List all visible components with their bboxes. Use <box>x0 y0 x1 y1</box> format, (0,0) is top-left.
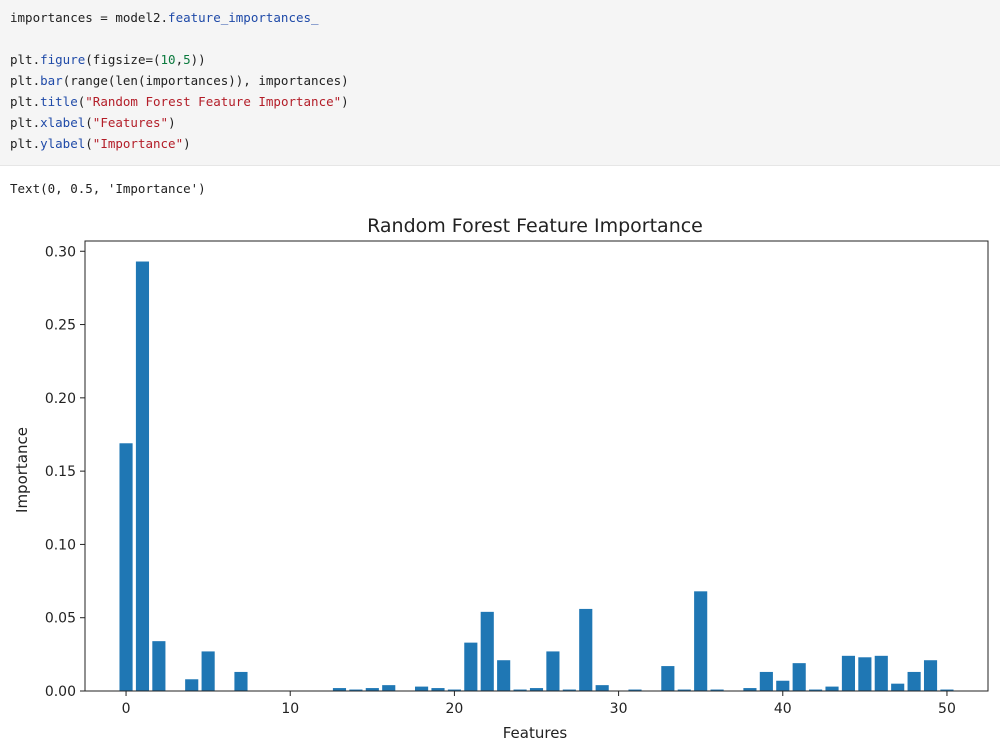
y-tick-label: 0.15 <box>45 464 76 480</box>
bar-feature-43 <box>825 686 839 691</box>
y-tick-label: 0.20 <box>45 391 76 407</box>
y-axis-label: Importance <box>13 427 31 513</box>
bar-feature-22 <box>480 611 494 691</box>
x-tick-label: 10 <box>281 701 299 717</box>
chart-title: Random Forest Feature Importance <box>367 215 703 237</box>
bar-feature-0 <box>119 443 133 691</box>
bar-feature-26 <box>546 651 560 691</box>
bar-feature-41 <box>792 663 806 691</box>
bars-group <box>119 261 954 691</box>
bar-feature-49 <box>923 660 938 691</box>
axis-ticks: 0 10 20 30 40 50 0.00 0.05 0.10 0.15 0.20 0.25 0.30 <box>45 244 956 717</box>
bar-feature-21 <box>464 642 478 691</box>
bar-feature-39 <box>759 671 773 691</box>
x-tick-label: 40 <box>774 701 792 717</box>
y-tick-label: 0.30 <box>45 244 76 260</box>
bar-feature-23 <box>497 660 511 691</box>
bar-feature-46 <box>874 655 888 691</box>
bar-feature-18 <box>415 686 429 691</box>
bar-feature-40 <box>776 680 790 691</box>
x-tick-label: 50 <box>938 701 956 717</box>
bar-feature-47 <box>891 683 905 691</box>
x-axis-label: Features <box>503 724 568 742</box>
bar-feature-45 <box>858 657 872 691</box>
bar-feature-28 <box>579 608 593 691</box>
bar-feature-48 <box>907 671 921 691</box>
bar-feature-1 <box>135 261 150 691</box>
y-tick-label: 0.10 <box>45 537 76 553</box>
bar-chart: Random Forest Feature Importance Feature… <box>13 215 989 742</box>
bar-feature-4 <box>185 679 199 691</box>
bar-feature-44 <box>841 655 856 691</box>
x-tick-label: 0 <box>122 701 131 717</box>
bar-feature-16 <box>382 685 396 691</box>
bar-feature-2 <box>152 641 166 691</box>
y-tick-label: 0.05 <box>45 611 76 627</box>
bar-feature-35 <box>694 591 708 691</box>
bar-feature-5 <box>201 651 215 691</box>
bar-feature-33 <box>661 666 675 691</box>
x-tick-label: 20 <box>445 701 463 717</box>
y-tick-label: 0.00 <box>45 684 76 700</box>
bar-feature-7 <box>234 671 248 691</box>
plot-frame <box>84 240 989 692</box>
y-tick-label: 0.25 <box>45 318 76 334</box>
bar-feature-29 <box>595 685 609 691</box>
x-tick-label: 30 <box>610 701 628 717</box>
